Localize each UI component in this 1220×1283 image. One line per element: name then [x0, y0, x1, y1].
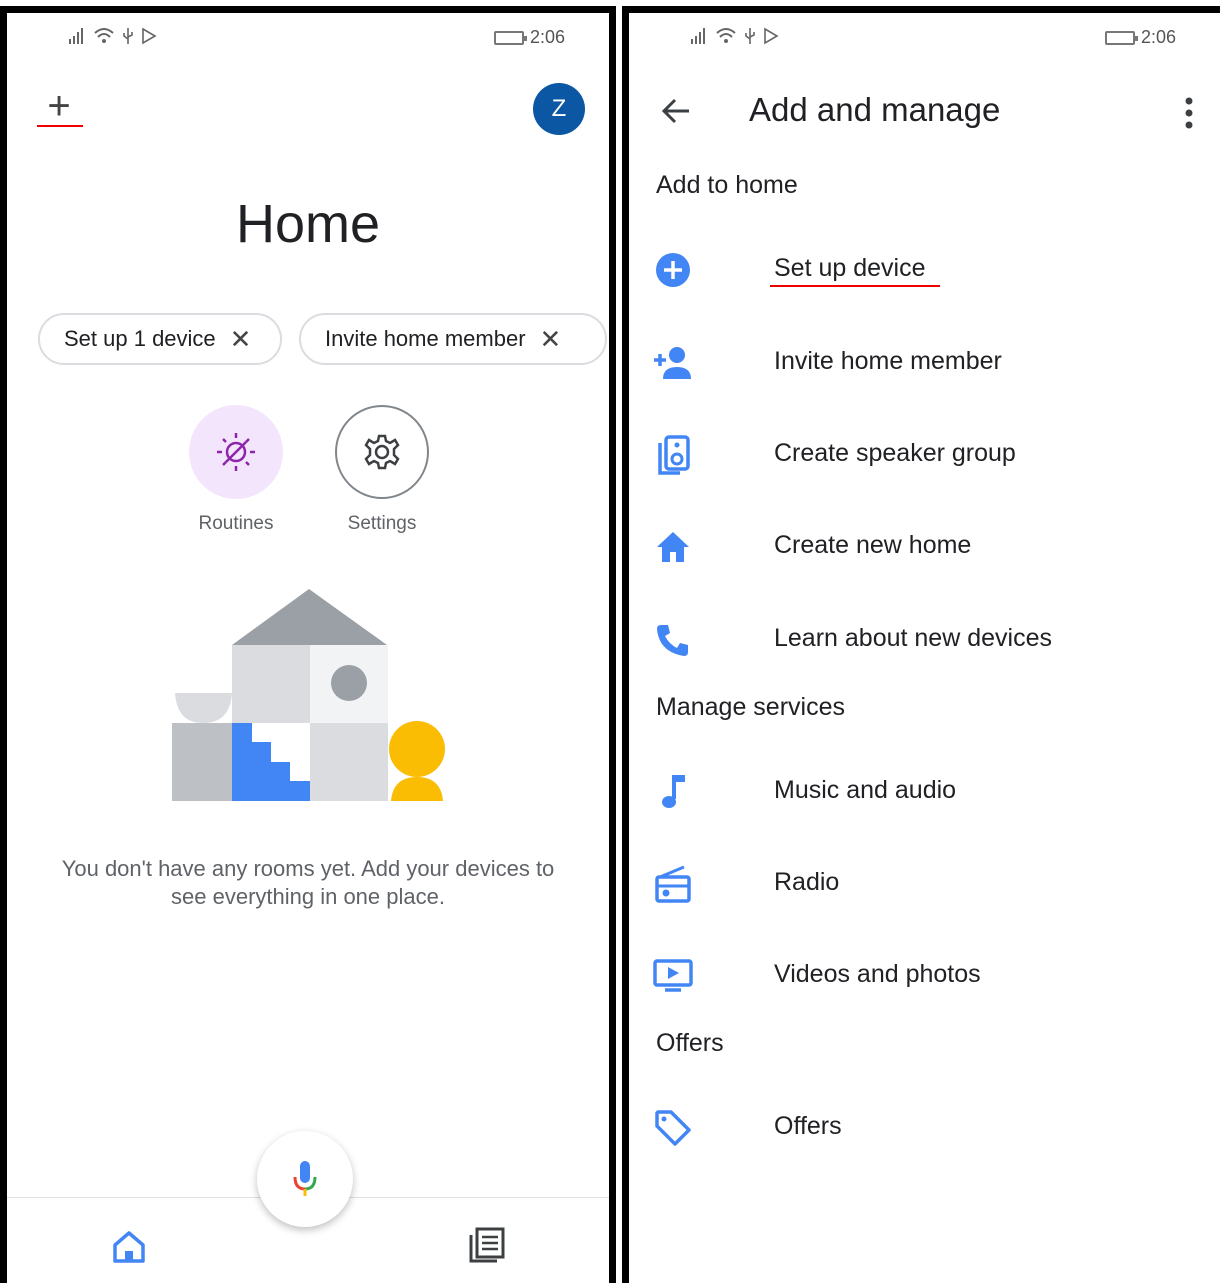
- back-arrow-icon[interactable]: [657, 91, 697, 131]
- battery-icon: [1104, 30, 1138, 45]
- chip-label: Set up 1 device: [64, 326, 216, 351]
- menu-item-label: Create new home: [774, 531, 972, 559]
- status-bar: 2:06: [7, 25, 609, 51]
- section-title-offers: Offers: [656, 1029, 724, 1057]
- menu-item-create-new-home[interactable]: Create new home: [629, 515, 1220, 575]
- add-icon[interactable]: +: [37, 86, 81, 127]
- status-icons: [67, 27, 157, 45]
- menu-item-music-and-audio[interactable]: Music and audio: [629, 760, 1220, 820]
- menu-item-learn-about-new-devices[interactable]: Learn about new devices: [629, 608, 1220, 668]
- empty-home-illustration: [172, 589, 445, 801]
- play-store-icon: [764, 27, 779, 45]
- close-icon[interactable]: ✕: [230, 324, 252, 355]
- section-title-manage-services: Manage services: [656, 693, 845, 721]
- menu-item-videos-and-photos[interactable]: Videos and photos: [629, 944, 1220, 1004]
- usb-icon: [745, 28, 755, 44]
- mic-icon: [293, 1161, 317, 1196]
- add-circle-icon: [653, 250, 693, 290]
- mic-button[interactable]: [257, 1131, 353, 1227]
- speaker-icon: [653, 435, 693, 475]
- radio-icon: [653, 864, 693, 904]
- menu-item-label: Offers: [774, 1112, 842, 1140]
- annotation-underline: [770, 285, 940, 287]
- person-add-icon: [653, 343, 693, 383]
- add-and-manage-screen: 2:06 Add and manage Add to home Set up d…: [622, 6, 1220, 1283]
- tag-icon: [653, 1108, 693, 1148]
- status-icons: [689, 27, 779, 45]
- phone-icon: [653, 620, 693, 660]
- routines-label: Routines: [198, 513, 274, 534]
- menu-item-label: Music and audio: [774, 776, 957, 804]
- status-time: 2:06: [1140, 27, 1176, 47]
- section-title-add-to-home: Add to home: [656, 171, 798, 199]
- menu-item-label: Set up device: [774, 254, 926, 282]
- menu-item-label: Create speaker group: [774, 439, 1016, 467]
- home-icon: [653, 527, 693, 567]
- menu-item-set-up-device[interactable]: Set up device: [629, 238, 1220, 298]
- settings-shortcut[interactable]: Settings: [322, 405, 442, 535]
- menu-item-create-speaker-group[interactable]: Create speaker group: [629, 423, 1220, 483]
- annotation-underline: [37, 125, 83, 127]
- menu-item-label: Videos and photos: [774, 960, 981, 988]
- battery-icon: [493, 30, 527, 45]
- chip-label: Invite home member: [325, 326, 526, 351]
- page-title: Add and manage: [749, 91, 1001, 128]
- setup-device-chip[interactable]: Set up 1 device ✕: [38, 313, 282, 365]
- avatar[interactable]: Z: [533, 83, 585, 135]
- signal-icon: [69, 28, 83, 44]
- home-screen: 2:06 + Z Home Set up 1 device ✕ Invite h…: [0, 6, 616, 1283]
- menu-item-offers[interactable]: Offers: [629, 1096, 1220, 1156]
- menu-item-radio[interactable]: Radio: [629, 852, 1220, 912]
- wifi-icon: [94, 28, 114, 43]
- menu-item-label: Invite home member: [774, 347, 1002, 375]
- routines-icon: [189, 405, 283, 499]
- menu-item-invite-home-member[interactable]: Invite home member: [629, 331, 1220, 391]
- play-store-icon: [142, 27, 157, 45]
- gear-icon: [335, 405, 429, 499]
- empty-state-message: You don't have any rooms yet. Add your d…: [61, 856, 555, 909]
- video-icon: [653, 956, 693, 996]
- usb-icon: [123, 28, 133, 44]
- menu-item-label: Radio: [774, 868, 840, 896]
- wifi-icon: [716, 28, 736, 43]
- page-title: Home: [235, 194, 381, 254]
- invite-member-chip[interactable]: Invite home member ✕: [299, 313, 607, 365]
- status-bar: 2:06: [629, 25, 1220, 51]
- status-time: 2:06: [529, 27, 565, 47]
- settings-label: Settings: [347, 513, 417, 534]
- routines-shortcut[interactable]: Routines: [176, 405, 296, 535]
- home-nav-icon[interactable]: [109, 1227, 149, 1267]
- menu-item-label: Learn about new devices: [774, 624, 1052, 652]
- music-note-icon: [653, 772, 693, 812]
- more-options-icon[interactable]: [1174, 93, 1204, 133]
- signal-icon: [691, 28, 705, 44]
- close-icon[interactable]: ✕: [540, 324, 562, 355]
- feed-nav-icon[interactable]: [467, 1225, 507, 1265]
